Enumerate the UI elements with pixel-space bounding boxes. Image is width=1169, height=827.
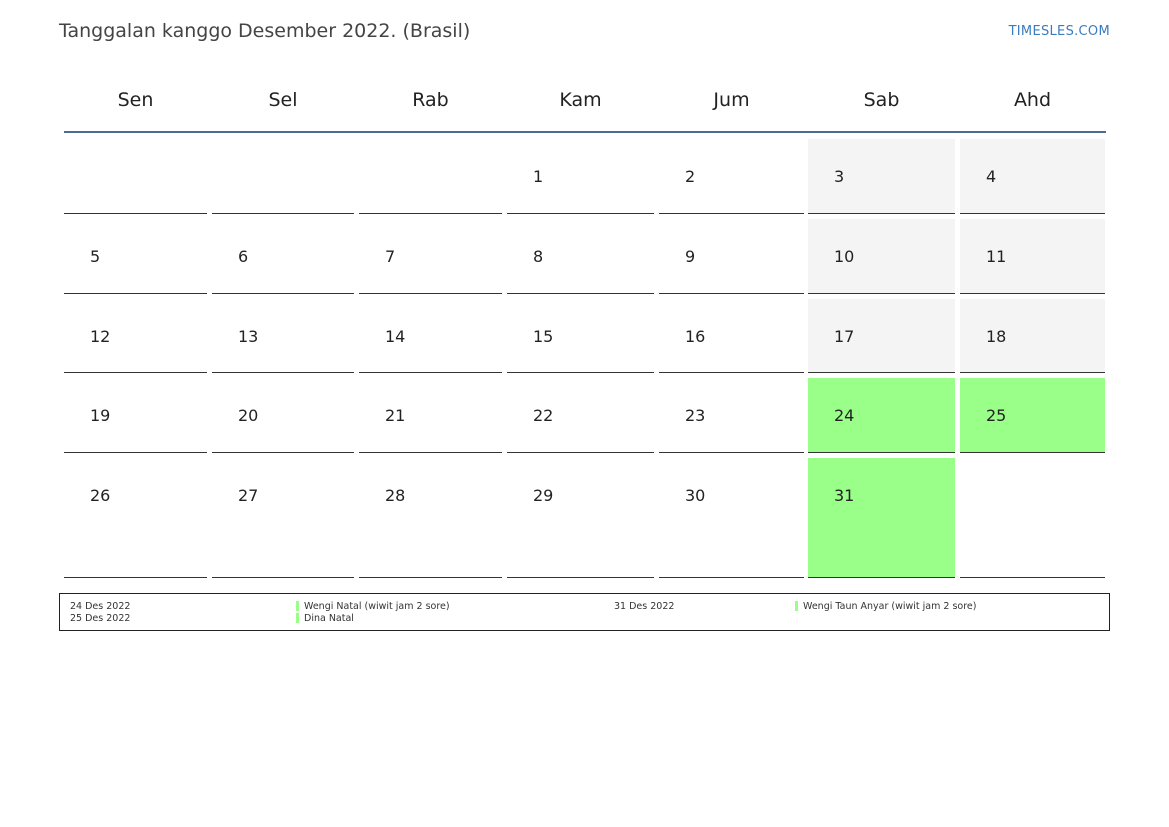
day-number: 3	[834, 167, 845, 186]
day-number: 2	[685, 167, 696, 186]
day-cell[interactable]: 16	[659, 299, 804, 373]
day-cell[interactable]: 26	[64, 458, 207, 578]
day-cell[interactable]: 5	[64, 219, 207, 294]
day-number: 4	[986, 167, 997, 186]
day-number: 30	[685, 486, 706, 505]
day-number: 1	[533, 167, 544, 186]
holiday-legend: 24 Des 2022 Wengi Natal (wiwit jam 2 sor…	[59, 593, 1110, 631]
empty-cell	[64, 139, 207, 214]
day-cell[interactable]: 27	[212, 458, 354, 578]
day-number: 15	[533, 327, 554, 346]
day-number: 7	[385, 247, 396, 266]
day-number: 29	[533, 486, 554, 505]
day-number: 28	[385, 486, 406, 505]
day-cell[interactable]: 24	[808, 378, 955, 453]
day-number: 27	[238, 486, 259, 505]
day-cell[interactable]: 18	[960, 299, 1105, 373]
day-number: 6	[238, 247, 249, 266]
day-cell[interactable]: 13	[212, 299, 354, 373]
day-cell[interactable]: 11	[960, 219, 1105, 294]
day-number: 20	[238, 406, 259, 425]
legend-color-bar	[795, 601, 798, 611]
legend-date: 31 Des 2022	[614, 601, 675, 612]
day-number: 19	[90, 406, 111, 425]
day-cell[interactable]: 29	[507, 458, 654, 578]
day-number: 10	[834, 247, 855, 266]
day-cell[interactable]: 7	[359, 219, 502, 294]
day-number: 8	[533, 247, 544, 266]
day-cell[interactable]: 1	[507, 139, 654, 214]
empty-cell	[359, 139, 502, 214]
legend-holiday-name: Dina Natal	[304, 613, 354, 624]
day-cell[interactable]: 2	[659, 139, 804, 214]
legend-holiday-name: Wengi Taun Anyar (wiwit jam 2 sore)	[803, 601, 977, 612]
legend-holiday-name: Wengi Natal (wiwit jam 2 sore)	[304, 601, 450, 612]
day-number: 13	[238, 327, 259, 346]
day-number: 31	[834, 486, 855, 505]
day-cell[interactable]: 8	[507, 219, 654, 294]
day-number: 11	[986, 247, 1007, 266]
day-number: 17	[834, 327, 855, 346]
day-cell[interactable]: 14	[359, 299, 502, 373]
day-number: 5	[90, 247, 101, 266]
legend-color-bar	[296, 601, 299, 611]
day-number: 21	[385, 406, 406, 425]
day-cell[interactable]: 12	[64, 299, 207, 373]
day-cell[interactable]: 30	[659, 458, 804, 578]
day-cell[interactable]: 17	[808, 299, 955, 373]
day-cell[interactable]: 31	[808, 458, 955, 578]
day-cell[interactable]: 3	[808, 139, 955, 214]
day-number: 22	[533, 406, 554, 425]
day-cell[interactable]: 15	[507, 299, 654, 373]
day-number: 24	[834, 406, 855, 425]
day-number: 26	[90, 486, 111, 505]
legend-date: 24 Des 2022	[70, 601, 131, 612]
empty-cell	[212, 139, 354, 214]
day-number: 14	[385, 327, 406, 346]
day-number: 12	[90, 327, 111, 346]
day-number: 25	[986, 406, 1007, 425]
legend-date: 25 Des 2022	[70, 613, 131, 624]
day-cell[interactable]: 19	[64, 378, 207, 453]
day-cell[interactable]: 22	[507, 378, 654, 453]
day-cell[interactable]: 20	[212, 378, 354, 453]
day-number: 9	[685, 247, 696, 266]
calendar-grid: 1 2 3 4 5 6 7 8 9 10 11 12 13 14 15 16 17 18 19 20 21 22 23 24 2…	[0, 0, 1169, 827]
day-cell[interactable]: 25	[960, 378, 1105, 453]
day-cell[interactable]: 28	[359, 458, 502, 578]
day-cell[interactable]: 10	[808, 219, 955, 294]
day-cell[interactable]: 9	[659, 219, 804, 294]
empty-cell	[960, 458, 1105, 578]
day-cell[interactable]: 23	[659, 378, 804, 453]
day-number: 18	[986, 327, 1007, 346]
day-cell[interactable]: 6	[212, 219, 354, 294]
day-cell[interactable]: 4	[960, 139, 1105, 214]
legend-color-bar	[296, 613, 299, 623]
day-number: 23	[685, 406, 706, 425]
day-number: 16	[685, 327, 706, 346]
day-cell[interactable]: 21	[359, 378, 502, 453]
